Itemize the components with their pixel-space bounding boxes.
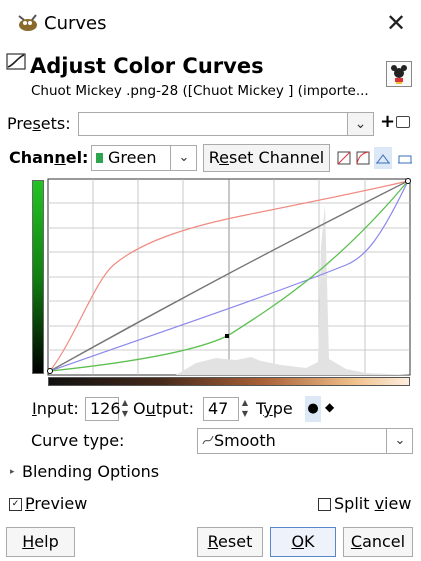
curve-type-label: Curve type: [31,431,125,450]
channel-label: Channel: [9,148,89,167]
input-spin-arrows[interactable]: ▲ ▼ [120,397,130,421]
reset-channel-button[interactable]: Reset Channel [203,144,330,172]
type-label: Type [256,399,293,418]
histogram-linear-icon [376,154,390,164]
chevron-down-icon: ⌄ [354,116,367,132]
preview-checkbox[interactable]: ✓ [9,498,22,511]
curves-tool-icon [6,53,26,70]
curve-type-value: Smooth [214,431,276,450]
presets-label: Presets: [7,114,71,133]
output-spin-arrows[interactable]: ▲ ▼ [240,397,250,421]
channel-combo[interactable]: Green ⌄ [91,145,197,171]
input-label: Input: [32,399,79,418]
chevron-down-icon[interactable]: ⌄ [170,146,197,170]
image-thumbnail-icon [391,65,407,84]
smooth-point-type-button[interactable]: ● [305,396,321,422]
window-title: Curves [44,13,107,34]
selected-curve-point[interactable] [225,334,229,338]
image-thumbnail-button[interactable] [386,61,412,87]
histogram-log-icon[interactable] [396,147,414,169]
log-histogram-icon[interactable] [356,151,370,165]
close-icon[interactable]: ✕ [380,6,412,40]
curve-type-combo[interactable]: Smooth ⌄ [197,428,413,454]
dialog-heading: Adjust Color Curves [30,54,264,78]
manage-presets-icon[interactable] [396,116,410,128]
corner-point-type-button[interactable]: ◆ [325,400,334,414]
split-view-checkbox[interactable] [318,498,331,511]
preview-label[interactable]: Preview [25,494,87,513]
add-preset-icon[interactable]: + [380,111,395,132]
curve-point-end[interactable] [405,178,411,184]
presets-combo[interactable] [78,112,374,136]
channel-value: Green [108,148,157,167]
title-bar: Curves ✕ [0,0,421,48]
gimp-logo-icon [18,14,37,31]
ok-button[interactable]: OK [270,527,336,557]
linear-histogram-icon[interactable] [337,151,351,165]
split-view-label[interactable]: Split view [334,494,411,513]
output-spinbox[interactable]: 47 [203,397,239,421]
reset-button[interactable]: Reset [197,527,263,557]
expander-arrow-icon[interactable]: ▸ [10,467,15,477]
cancel-button[interactable]: Cancel [343,527,413,557]
image-subtitle: Chuot Mickey .png-28 ([Chuot Mickey ] (i… [31,83,369,99]
green-channel-swatch [96,153,103,163]
blending-options-expander[interactable]: Blending Options [22,462,159,481]
curves-graph[interactable] [46,177,412,379]
curve-point-start[interactable] [47,368,53,374]
input-spinbox[interactable]: 126 [85,397,121,421]
histogram-toggle-active[interactable] [374,147,392,169]
chevron-down-icon[interactable]: ⌄ [386,429,413,453]
output-gradient-bar [32,180,44,374]
output-label: Output: [133,399,194,418]
smooth-curve-icon [202,435,214,445]
presets-dropdown-button[interactable]: ⌄ [347,112,374,136]
help-button[interactable]: Help [6,527,75,557]
